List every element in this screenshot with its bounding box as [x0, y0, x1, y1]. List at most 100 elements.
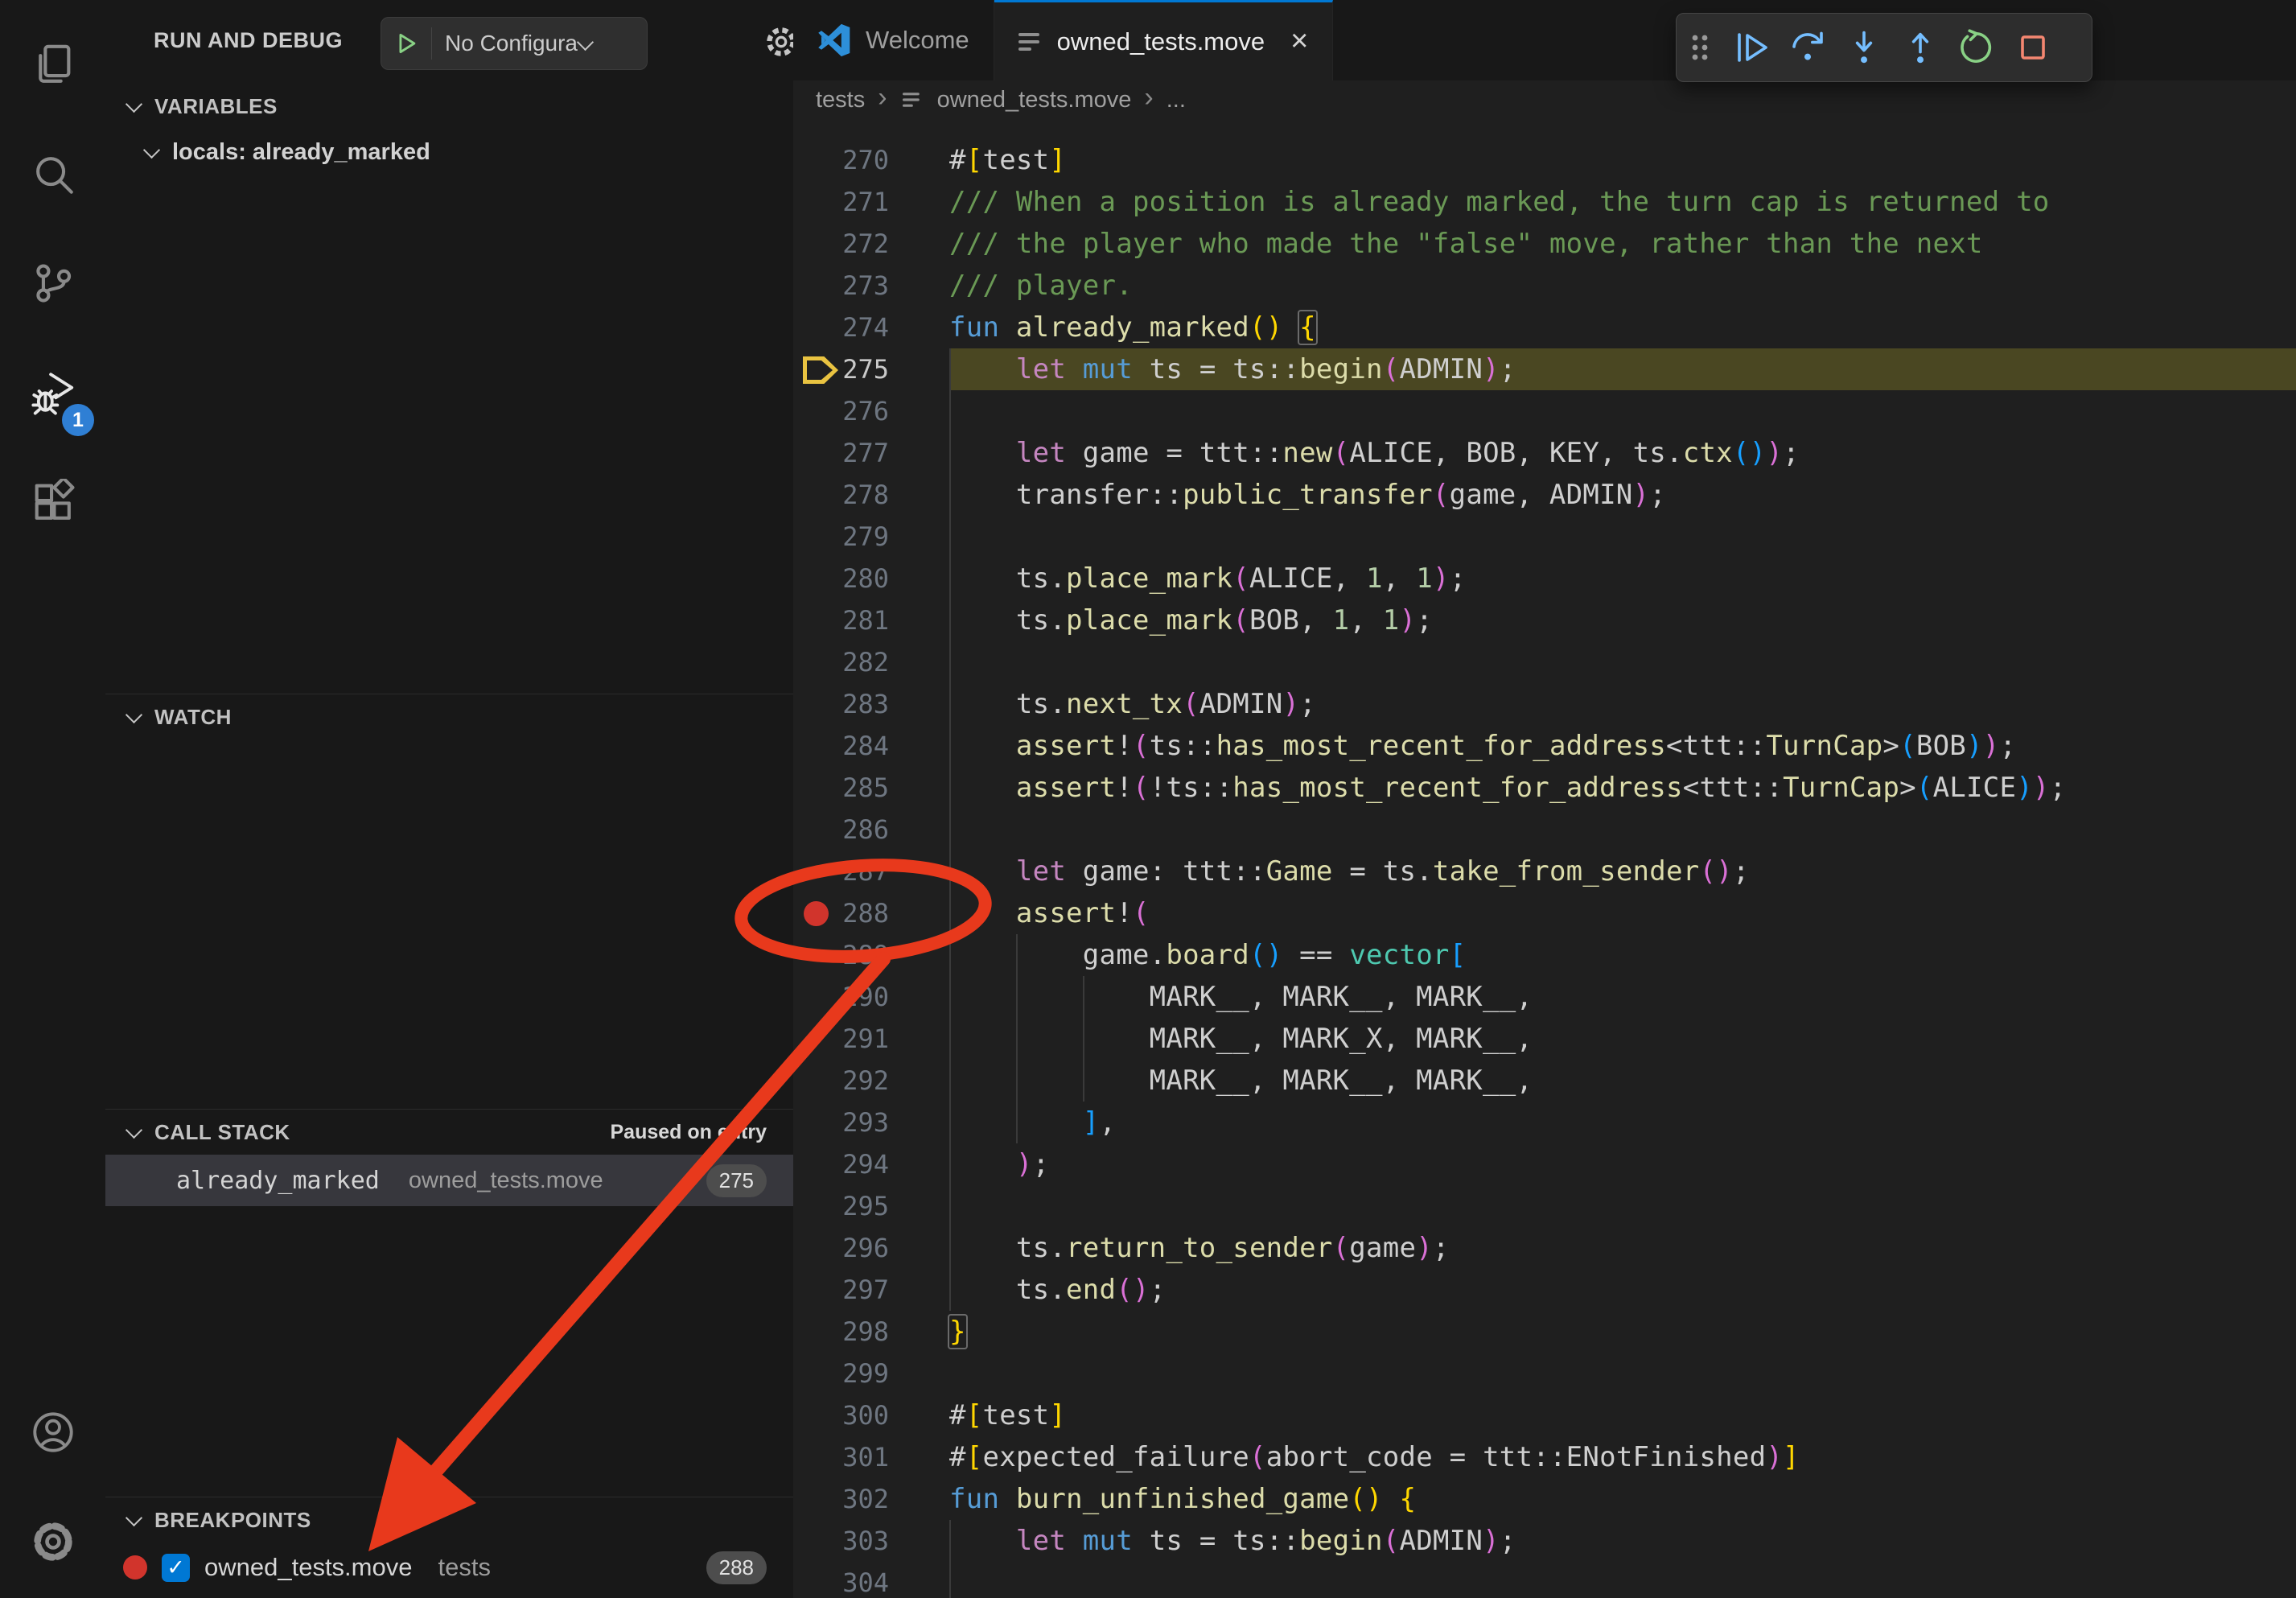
line-number[interactable]: 294	[793, 1143, 889, 1185]
code-line-295[interactable]: 295	[793, 1185, 2296, 1227]
variables-scope-row[interactable]: locals: already_marked	[105, 129, 793, 175]
line-number[interactable]: 291	[793, 1018, 889, 1060]
call-stack-header[interactable]: CALL STACK Paused on entry	[105, 1110, 793, 1155]
code-line-286[interactable]: 286	[793, 809, 2296, 850]
watch-header[interactable]: WATCH	[105, 694, 793, 739]
code-line-284[interactable]: 284 assert!(ts::has_most_recent_for_addr…	[793, 725, 2296, 767]
sidebar-item-run-and-debug[interactable]: 1	[0, 340, 105, 449]
line-number[interactable]: 289	[793, 934, 889, 976]
line-number[interactable]: 284	[793, 725, 889, 767]
settings-button[interactable]	[0, 1489, 105, 1598]
line-number[interactable]: 286	[793, 809, 889, 850]
line-number[interactable]: 272	[793, 223, 889, 265]
code-line-285[interactable]: 285 assert!(!ts::has_most_recent_for_add…	[793, 767, 2296, 809]
line-number[interactable]: 274	[793, 307, 889, 348]
tab-welcome[interactable]: Welcome	[793, 0, 994, 80]
line-number[interactable]: 282	[793, 641, 889, 683]
line-number[interactable]: 271	[793, 181, 889, 223]
code-line-296[interactable]: 296 ts.return_to_sender(game);	[793, 1227, 2296, 1269]
line-number[interactable]: 295	[793, 1185, 889, 1227]
line-number[interactable]: 298	[793, 1311, 889, 1353]
code-line-299[interactable]: 299	[793, 1353, 2296, 1394]
line-number[interactable]: 301	[793, 1436, 889, 1478]
line-number[interactable]: 276	[793, 390, 889, 432]
line-number[interactable]: 304	[793, 1562, 889, 1598]
start-debug-button[interactable]	[381, 27, 432, 60]
line-number[interactable]: 303	[793, 1520, 889, 1562]
breadcrumb-item-tests[interactable]: tests	[816, 87, 865, 113]
code-line-276[interactable]: 276	[793, 390, 2296, 432]
account-button[interactable]	[0, 1379, 105, 1489]
code-line-275[interactable]: 275 let mut ts = ts::begin(ADMIN);	[793, 348, 2296, 390]
code-line-280[interactable]: 280 ts.place_mark(ALICE, 1, 1);	[793, 558, 2296, 599]
breakpoints-header[interactable]: BREAKPOINTS	[105, 1497, 793, 1542]
line-number[interactable]: 283	[793, 683, 889, 725]
line-number[interactable]: 296	[793, 1227, 889, 1269]
line-number[interactable]: 300	[793, 1394, 889, 1436]
code-line-291[interactable]: 291 MARK__, MARK_X, MARK__,	[793, 1018, 2296, 1060]
line-number[interactable]: 292	[793, 1060, 889, 1102]
code-line-297[interactable]: 297 ts.end();	[793, 1269, 2296, 1311]
line-number[interactable]: 278	[793, 474, 889, 516]
breadcrumb-item-symbol[interactable]: ...	[1167, 87, 1186, 113]
code-line-290[interactable]: 290 MARK__, MARK__, MARK__,	[793, 976, 2296, 1018]
code-line-298[interactable]: 298}	[793, 1311, 2296, 1353]
line-number[interactable]: 279	[793, 516, 889, 558]
line-number[interactable]: 299	[793, 1353, 889, 1394]
tab-owned-tests-move[interactable]: owned_tests.move ×	[994, 0, 1334, 80]
step-into-button[interactable]	[1836, 14, 1892, 81]
debug-config-dropdown[interactable]: No Configura	[381, 17, 648, 70]
sidebar-item-explorer[interactable]	[0, 11, 105, 121]
step-over-button[interactable]	[1780, 14, 1836, 81]
line-number[interactable]: 287	[793, 850, 889, 892]
code-line-278[interactable]: 278 transfer::public_transfer(game, ADMI…	[793, 474, 2296, 516]
code-line-283[interactable]: 283 ts.next_tx(ADMIN);	[793, 683, 2296, 725]
code-line-282[interactable]: 282	[793, 641, 2296, 683]
line-number[interactable]: 293	[793, 1102, 889, 1143]
code-line-292[interactable]: 292 MARK__, MARK__, MARK__,	[793, 1060, 2296, 1102]
sidebar-item-source-control[interactable]	[0, 230, 105, 340]
close-icon[interactable]: ×	[1290, 24, 1308, 59]
line-number[interactable]: 275	[793, 348, 889, 390]
code-line-300[interactable]: 300#[test]	[793, 1394, 2296, 1436]
line-number[interactable]: 290	[793, 976, 889, 1018]
line-number[interactable]: 270	[793, 139, 889, 181]
sidebar-item-search[interactable]	[0, 121, 105, 230]
stop-button[interactable]	[2005, 14, 2061, 81]
code-line-294[interactable]: 294 );	[793, 1143, 2296, 1185]
step-out-button[interactable]	[1892, 14, 1948, 81]
code-line-271[interactable]: 271/// When a position is already marked…	[793, 181, 2296, 223]
code-line-302[interactable]: 302fun burn_unfinished_game() {	[793, 1478, 2296, 1520]
call-stack-frame[interactable]: already_marked owned_tests.move 275	[105, 1155, 793, 1206]
code-line-301[interactable]: 301#[expected_failure(abort_code = ttt::…	[793, 1436, 2296, 1478]
breakpoint-checkbox[interactable]: ✓	[162, 1554, 190, 1582]
continue-button[interactable]	[1723, 14, 1780, 81]
sidebar-item-extensions[interactable]	[0, 449, 105, 558]
line-number[interactable]: 297	[793, 1269, 889, 1311]
code-line-274[interactable]: 274fun already_marked() {	[793, 307, 2296, 348]
breadcrumb-item-file[interactable]: owned_tests.move	[937, 87, 1132, 113]
code-editor[interactable]: 270#[test]271/// When a position is alre…	[793, 119, 2296, 1598]
code-line-289[interactable]: 289 game.board() == vector[	[793, 934, 2296, 976]
code-line-293[interactable]: 293 ],	[793, 1102, 2296, 1143]
code-line-281[interactable]: 281 ts.place_mark(BOB, 1, 1);	[793, 599, 2296, 641]
code-line-304[interactable]: 304	[793, 1562, 2296, 1598]
variables-header[interactable]: VARIABLES	[105, 84, 793, 129]
line-number[interactable]: 288	[793, 892, 889, 934]
line-number[interactable]: 285	[793, 767, 889, 809]
restart-button[interactable]	[1948, 14, 2005, 81]
code-line-279[interactable]: 279	[793, 516, 2296, 558]
line-number[interactable]: 302	[793, 1478, 889, 1520]
line-number[interactable]: 277	[793, 432, 889, 474]
code-line-287[interactable]: 287 let game: ttt::Game = ts.take_from_s…	[793, 850, 2296, 892]
code-line-270[interactable]: 270#[test]	[793, 139, 2296, 181]
code-line-288[interactable]: 288 assert!(	[793, 892, 2296, 934]
breakpoint-list-item[interactable]: ✓ owned_tests.move tests 288	[105, 1542, 793, 1592]
line-number[interactable]: 280	[793, 558, 889, 599]
code-line-277[interactable]: 277 let game = ttt::new(ALICE, BOB, KEY,…	[793, 432, 2296, 474]
code-line-272[interactable]: 272/// the player who made the "false" m…	[793, 223, 2296, 265]
line-number[interactable]: 273	[793, 265, 889, 307]
line-number[interactable]: 281	[793, 599, 889, 641]
code-line-303[interactable]: 303 let mut ts = ts::begin(ADMIN);	[793, 1520, 2296, 1562]
toolbar-drag-handle[interactable]	[1677, 14, 1723, 81]
